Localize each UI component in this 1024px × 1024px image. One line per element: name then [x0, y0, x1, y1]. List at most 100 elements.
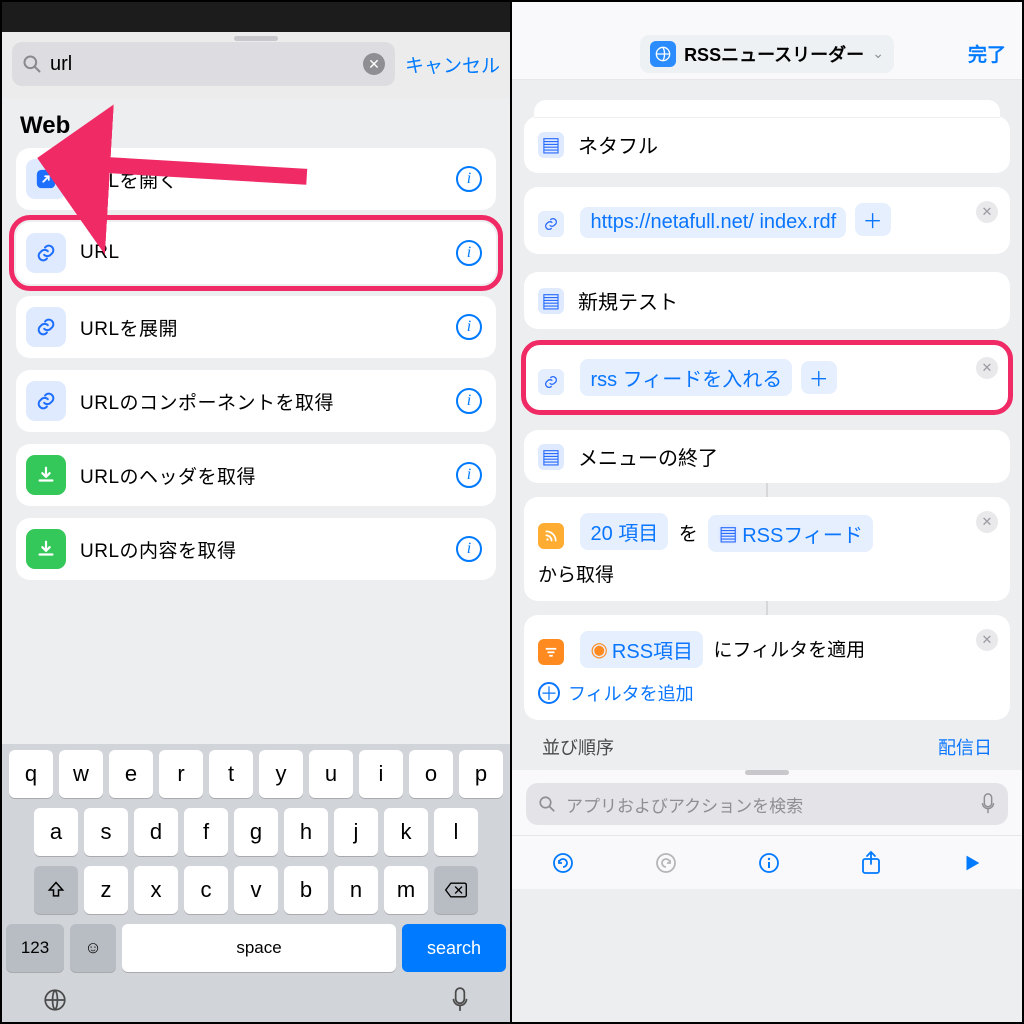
- info-icon[interactable]: i: [456, 314, 482, 340]
- sheet-grabber[interactable]: [745, 770, 789, 775]
- mic-icon[interactable]: [980, 793, 996, 815]
- key-r[interactable]: r: [159, 750, 203, 798]
- info-icon[interactable]: i: [456, 536, 482, 562]
- text: にフィルタを適用: [711, 631, 867, 666]
- key-s[interactable]: s: [84, 808, 128, 856]
- status-bar: [512, 2, 1022, 28]
- keyboard-row: a s d f g h j k l: [6, 808, 506, 856]
- key-h[interactable]: h: [284, 808, 328, 856]
- close-icon[interactable]: ✕: [976, 629, 998, 651]
- clear-icon[interactable]: ✕: [363, 53, 385, 75]
- search-key[interactable]: search: [402, 924, 506, 972]
- emoji-key[interactable]: ☺: [70, 924, 116, 972]
- close-icon[interactable]: ✕: [976, 357, 998, 379]
- sort-row[interactable]: 並び順序 配信日: [524, 720, 1010, 762]
- key-u[interactable]: u: [309, 750, 353, 798]
- key-l[interactable]: l: [434, 808, 478, 856]
- rss-app-icon: [650, 41, 676, 67]
- mic-icon[interactable]: [450, 987, 470, 1013]
- result-url-contents[interactable]: URLの内容を取得 i: [16, 518, 496, 580]
- url-chip[interactable]: https://netafull.net/ index.rdf: [580, 207, 846, 238]
- search-field[interactable]: ✕: [12, 42, 395, 86]
- key-e[interactable]: e: [109, 750, 153, 798]
- sort-value[interactable]: 配信日: [938, 734, 992, 760]
- result-open-url[interactable]: URLを開く i: [16, 148, 496, 210]
- news-icon: ▤: [538, 288, 564, 314]
- key-k[interactable]: k: [384, 808, 428, 856]
- run-icon[interactable]: [961, 852, 983, 874]
- url-value-card[interactable]: ✕ https://netafull.net/ index.rdf ＋: [524, 187, 1010, 254]
- download-icon: [26, 529, 66, 569]
- key-w[interactable]: w: [59, 750, 103, 798]
- result-expand-url[interactable]: URLを展開 i: [16, 296, 496, 358]
- search-input[interactable]: [50, 53, 355, 76]
- key-n[interactable]: n: [334, 866, 378, 914]
- key-g[interactable]: g: [234, 808, 278, 856]
- chevron-down-icon: ⌄: [872, 45, 884, 62]
- key-q[interactable]: q: [9, 750, 53, 798]
- result-url-headers[interactable]: URLのヘッダを取得 i: [16, 444, 496, 506]
- key-j[interactable]: j: [334, 808, 378, 856]
- card-title: メニューの終了: [578, 442, 718, 471]
- text: を: [677, 515, 700, 550]
- globe-icon[interactable]: [42, 987, 68, 1013]
- done-button[interactable]: 完了: [968, 40, 1006, 67]
- cancel-button[interactable]: キャンセル: [405, 51, 500, 78]
- key-a[interactable]: a: [34, 808, 78, 856]
- get-rss-items-card[interactable]: ✕ 20 項目 を ▤RSSフィード から取得: [524, 497, 1010, 601]
- end-menu-card[interactable]: ▤メニューの終了: [524, 430, 1010, 483]
- info-icon[interactable]: i: [456, 166, 482, 192]
- key-z[interactable]: z: [84, 866, 128, 914]
- news-icon: ▤: [538, 132, 564, 158]
- sheet-grabber[interactable]: [234, 36, 278, 41]
- key-f[interactable]: f: [184, 808, 228, 856]
- info-icon[interactable]: i: [456, 240, 482, 266]
- count-chip[interactable]: 20 項目: [580, 513, 668, 550]
- shortcut-title-chip[interactable]: RSSニュースリーダー ⌄: [640, 35, 894, 73]
- key-m[interactable]: m: [384, 866, 428, 914]
- add-variable-icon[interactable]: ＋: [801, 361, 837, 394]
- key-i[interactable]: i: [359, 750, 403, 798]
- key-o[interactable]: o: [409, 750, 453, 798]
- url-placeholder-card[interactable]: ✕ rss フィードを入れる ＋: [524, 343, 1010, 412]
- feed-chip[interactable]: ▤RSSフィード: [708, 515, 873, 552]
- backspace-key[interactable]: [434, 866, 478, 914]
- keyboard-bottom-row: 123 ☺ space search: [2, 924, 510, 978]
- link-icon: [26, 233, 66, 273]
- result-label: URLのコンポーネントを取得: [80, 388, 442, 415]
- rss-icon: [538, 523, 564, 549]
- shortcut-title: RSSニュースリーダー: [684, 41, 864, 67]
- placeholder-chip[interactable]: rss フィードを入れる: [580, 359, 792, 396]
- key-p[interactable]: p: [459, 750, 503, 798]
- info-icon[interactable]: i: [456, 388, 482, 414]
- key-v[interactable]: v: [234, 866, 278, 914]
- close-icon[interactable]: ✕: [976, 201, 998, 223]
- link-icon: [26, 381, 66, 421]
- add-variable-icon[interactable]: ＋: [855, 203, 891, 236]
- info-icon[interactable]: i: [456, 462, 482, 488]
- key-x[interactable]: x: [134, 866, 178, 914]
- rss-icon: ◉: [590, 637, 607, 662]
- key-t[interactable]: t: [209, 750, 253, 798]
- share-icon[interactable]: [860, 850, 882, 876]
- key-y[interactable]: y: [259, 750, 303, 798]
- add-filter-button[interactable]: ＋ フィルタを追加: [538, 680, 996, 706]
- info-icon[interactable]: [757, 851, 781, 875]
- space-key[interactable]: space: [122, 924, 396, 972]
- filter-card[interactable]: ✕ ◉RSS項目 にフィルタを適用 ＋ フィルタを追加: [524, 615, 1010, 720]
- undo-icon[interactable]: [551, 851, 575, 875]
- result-url-components[interactable]: URLのコンポーネントを取得 i: [16, 370, 496, 432]
- key-c[interactable]: c: [184, 866, 228, 914]
- key-d[interactable]: d: [134, 808, 178, 856]
- keyboard[interactable]: q w e r t y u i o p a s d f g h j k l: [2, 744, 510, 1022]
- shift-key[interactable]: [34, 866, 78, 914]
- close-icon[interactable]: ✕: [976, 511, 998, 533]
- result-url[interactable]: URL i: [16, 222, 496, 284]
- action-search[interactable]: アプリおよびアクションを検索: [526, 783, 1008, 825]
- rss-items-chip[interactable]: ◉RSS項目: [580, 631, 703, 668]
- numbers-key[interactable]: 123: [6, 924, 64, 972]
- menu-item-card[interactable]: ▤ネタフル: [524, 116, 1010, 173]
- left-pane: ✕ キャンセル Web URLを開く i URL i URLを展開 i: [2, 2, 512, 1022]
- key-b[interactable]: b: [284, 866, 328, 914]
- menu-item-card[interactable]: ▤新規テスト: [524, 272, 1010, 329]
